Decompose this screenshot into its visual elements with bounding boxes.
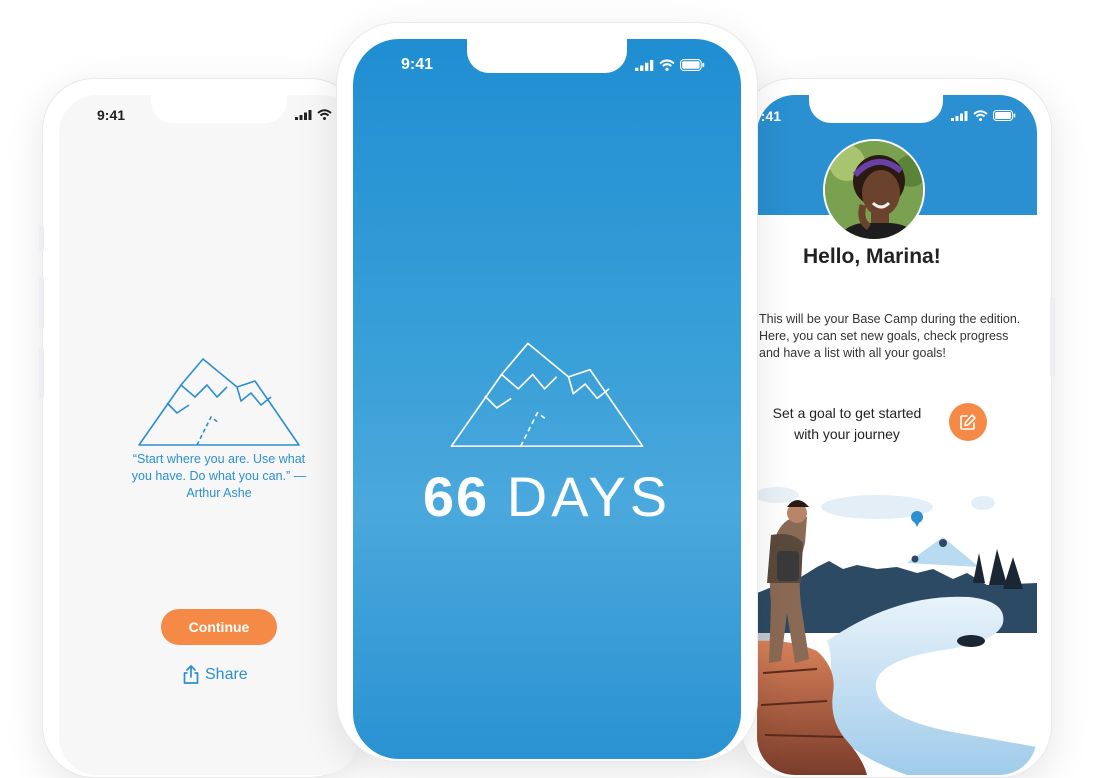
volume-up-button <box>39 277 44 329</box>
greeting-title: Hello, Marina! <box>803 245 941 268</box>
wifi-icon <box>659 59 675 71</box>
base-camp-screen: 9:41 <box>757 95 1037 775</box>
mountain-logo-icon <box>138 358 300 446</box>
status-time: 9:41 <box>757 108 782 124</box>
set-goal-button[interactable] <box>949 403 987 441</box>
phone-splash-screen: 9:41 66 DAYS <box>336 22 758 762</box>
wifi-icon <box>973 110 988 121</box>
signal-icon <box>951 110 968 121</box>
phone-base-camp-screen: 9:41 <box>740 78 1055 778</box>
status-icons <box>951 110 1016 121</box>
battery-icon <box>993 110 1016 121</box>
intro-text: This will be your Base Camp during the e… <box>759 312 1021 360</box>
status-time: 9:41 <box>97 107 126 123</box>
continue-button[interactable]: Continue <box>161 609 277 645</box>
mute-switch <box>39 225 44 251</box>
goal-prompt: Set a goal to get started with your jour… <box>772 405 922 442</box>
notch <box>809 95 943 123</box>
brand-number: 66 <box>422 465 490 528</box>
mountain-logo-icon <box>450 342 644 448</box>
wifi-icon <box>317 109 332 120</box>
notch <box>467 39 627 73</box>
battery-icon <box>680 59 705 71</box>
splash-screen: 9:41 66 DAYS <box>353 39 741 759</box>
status-icons <box>295 109 332 120</box>
brand-word: DAYS <box>506 465 672 528</box>
share-label: Share <box>205 665 248 683</box>
avatar-photo <box>825 141 923 239</box>
power-button <box>1050 297 1055 377</box>
share-button[interactable]: Share <box>183 665 248 684</box>
quote-text: “Start where you are. Use what you have.… <box>131 452 307 500</box>
signal-icon <box>295 109 312 120</box>
brand-title: 66 DAYS <box>353 464 741 529</box>
avatar[interactable] <box>823 139 925 241</box>
phone-quote-screen: 9:41 “Start where you are. Use what you … <box>39 78 362 778</box>
quote-screen: 9:41 “Start where you are. Use what you … <box>59 95 359 775</box>
status-icons <box>635 59 705 71</box>
notch <box>151 95 287 123</box>
signal-icon <box>635 59 654 71</box>
status-time: 9:41 <box>401 56 434 73</box>
share-icon <box>183 665 199 684</box>
edit-icon <box>960 414 976 430</box>
volume-down-button <box>39 347 44 399</box>
journey-illustration <box>757 487 1037 775</box>
